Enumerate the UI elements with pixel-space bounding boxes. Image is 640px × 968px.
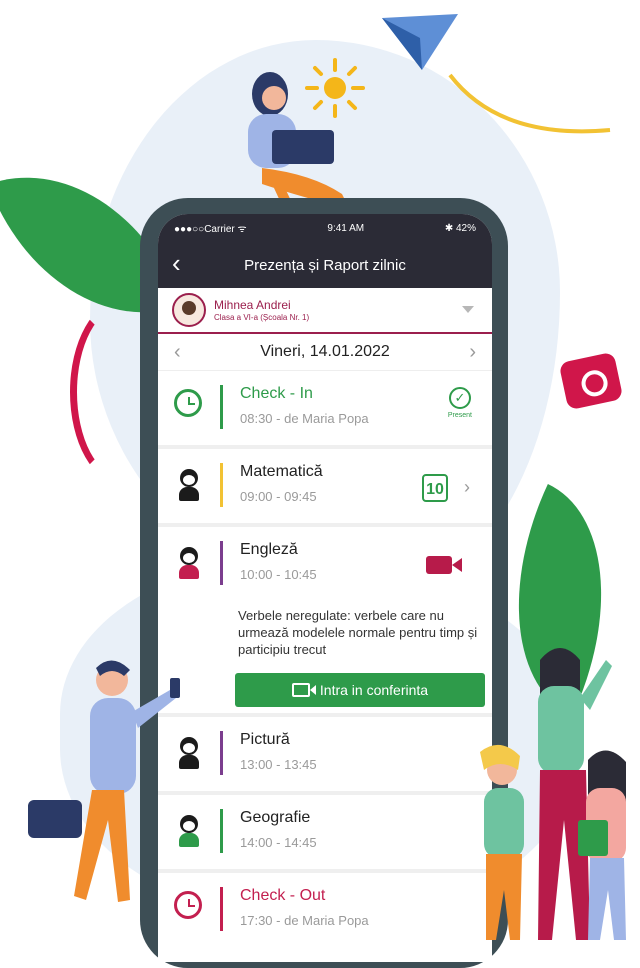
chevron-down-icon[interactable]: [462, 306, 474, 313]
row-title: Matematică: [240, 463, 323, 480]
subject-color-bar: [220, 887, 223, 931]
swirl-decoration: [448, 73, 611, 134]
row-title: Check - In: [240, 385, 313, 402]
student-selector[interactable]: Mihnea Andrei Clasa a VI-a (Școala Nr. 1…: [158, 288, 492, 334]
student-class: Clasa a VI-a (Școala Nr. 1): [214, 313, 310, 322]
student-board-icon: [174, 467, 204, 501]
row-title: Engleză: [240, 541, 298, 558]
present-status: ✓ Present: [448, 387, 472, 419]
checkmark-icon: ✓: [448, 387, 471, 409]
subject-color-bar: [220, 809, 223, 853]
row-time: 09:00 - 09:45: [240, 489, 317, 504]
schedule-row-checkin[interactable]: Check - In 08:30 - de Maria Popa ✓ Prese…: [158, 371, 492, 449]
subject-color-bar: [220, 463, 223, 507]
man-phone-illustration: [28, 660, 180, 902]
next-day-button[interactable]: ›: [469, 341, 476, 364]
row-time: 13:00 - 13:45: [240, 757, 317, 772]
schedule-row-math[interactable]: Matematică 09:00 - 09:45 10 ›: [158, 449, 492, 527]
row-time: 10:00 - 10:45: [240, 567, 317, 582]
join-conference-label: Intra in conferinta: [319, 682, 429, 698]
row-title: Pictură: [240, 731, 290, 748]
grade-badge[interactable]: 10: [422, 474, 448, 502]
row-title: Geografie: [240, 809, 311, 826]
date-navigator: ‹ Vineri, 14.01.2022 ›: [158, 334, 492, 371]
battery-label: ✱ 42%: [444, 222, 476, 234]
present-label: Present: [447, 412, 472, 419]
chevron-right-icon[interactable]: ›: [464, 477, 470, 498]
clock-label: 9:41 AM: [327, 222, 365, 234]
page-title: Prezența și Raport zilnic: [244, 256, 406, 274]
row-time: 08:30 - de Maria Popa: [240, 411, 369, 426]
subject-color-bar: [220, 541, 223, 585]
video-icon: [291, 683, 316, 697]
family-illustration: [480, 648, 626, 940]
carrier-label: ●●●○○Carrier ᯤ: [174, 224, 247, 235]
row-time: 17:30 - de Maria Popa: [240, 913, 369, 928]
alarm-clock-icon: [174, 389, 202, 417]
status-bar: ●●●○○Carrier ᯤ 9:41 AM ✱ 42%: [158, 214, 492, 242]
nav-bar: ‹ Prezența și Raport zilnic: [158, 242, 492, 288]
avatar: [172, 293, 206, 327]
subject-color-bar: [220, 385, 223, 429]
row-title: Check - Out: [240, 887, 326, 904]
camera-icon: [558, 351, 624, 411]
student-globe-icon: [174, 545, 204, 579]
row-time: 14:00 - 14:45: [240, 835, 317, 850]
current-date: Vineri, 14.01.2022: [260, 343, 390, 360]
prev-day-button[interactable]: ‹: [174, 341, 181, 364]
student-name: Mihnea Andrei: [214, 298, 291, 312]
back-button[interactable]: ‹: [172, 250, 181, 276]
subject-color-bar: [220, 731, 223, 775]
video-camera-icon[interactable]: [426, 556, 462, 574]
